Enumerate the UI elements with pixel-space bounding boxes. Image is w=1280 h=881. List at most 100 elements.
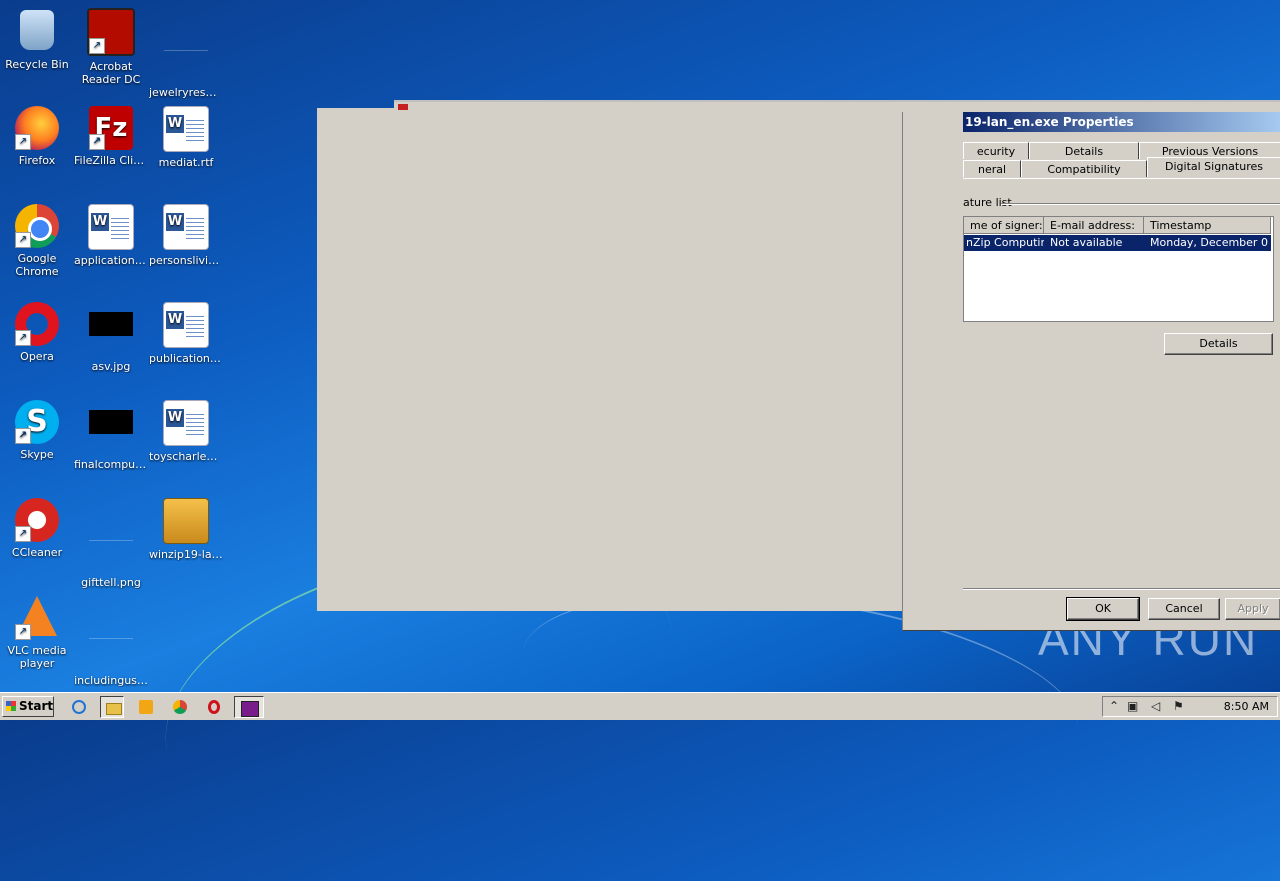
internet-explorer-icon — [72, 700, 86, 714]
desktop-icon-label: Opera — [20, 350, 54, 363]
windows-flag-icon — [6, 701, 16, 711]
dialog-title: 19-lan_en.exe Properties — [963, 112, 1280, 132]
desktop-icon-toyscharles[interactable]: W toyscharles.rtf — [149, 400, 223, 463]
shortcut-arrow-icon: ↗ — [15, 526, 31, 542]
desktop-icon-label: gifttell.png — [81, 576, 141, 589]
filezilla-icon: Fz ↗ — [89, 106, 133, 150]
taskbar: Start ⌃ ▣ ◁ ⚑ 8:50 AM — [0, 692, 1280, 720]
column-header-timestamp[interactable]: Timestamp — [1144, 217, 1271, 234]
table-row[interactable]: nZip Computing Not available Monday, Dec… — [964, 235, 1271, 251]
quicklaunch-explorer[interactable] — [100, 696, 124, 718]
word-document-icon: W — [88, 204, 134, 250]
app-icon — [241, 701, 259, 717]
quicklaunch-opera[interactable] — [202, 696, 226, 718]
desktop-icon-label: CCleaner — [11, 546, 63, 559]
start-label: Start — [19, 699, 54, 713]
shortcut-arrow-icon: ↗ — [89, 134, 105, 150]
tab-details[interactable]: Details — [1029, 142, 1139, 159]
desktop-icon-mediat[interactable]: W mediat.rtf — [149, 106, 223, 169]
desktop-icon-label: includingus… — [74, 674, 148, 687]
word-document-icon: W — [163, 106, 209, 152]
shortcut-arrow-icon: ↗ — [89, 38, 105, 54]
tab-digital-signatures[interactable]: Digital Signatures — [1147, 157, 1280, 177]
desktop-icon-recycle-bin[interactable]: Recycle Bin — [0, 8, 74, 71]
opera-icon — [208, 700, 220, 714]
desktop-icon-publicationc[interactable]: W publicationc… — [149, 302, 223, 365]
desktop-icon-label: applications… — [74, 254, 148, 267]
desktop-icon-label: Google Chrome — [15, 252, 59, 278]
apply-button[interactable]: Apply — [1225, 598, 1280, 620]
cancel-button[interactable]: Cancel — [1148, 598, 1220, 620]
word-document-icon: W — [163, 400, 209, 446]
clock[interactable]: 8:50 AM — [1224, 699, 1269, 714]
recycle-bin-icon — [15, 10, 59, 54]
desktop-icon-ccleaner[interactable]: ↗ CCleaner — [0, 498, 74, 559]
folder-icon — [106, 703, 122, 715]
start-button[interactable]: Start — [2, 696, 54, 717]
desktop-icon-applications[interactable]: W applications… — [74, 204, 148, 267]
system-tray: ⌃ ▣ ◁ ⚑ 8:50 AM — [1102, 696, 1278, 717]
column-header-signer[interactable]: me of signer: — [964, 217, 1044, 234]
tab-security[interactable]: ecurity — [963, 142, 1029, 159]
acrobat-icon: ↗ — [87, 8, 135, 56]
window-icon — [398, 104, 408, 110]
tab-general[interactable]: neral — [963, 160, 1021, 177]
properties-dialog[interactable]: 19-lan_en.exe Properties ecurity Details… — [902, 112, 1280, 631]
desktop-icon-label: publicationc… — [149, 352, 223, 365]
tab-compatibility[interactable]: Compatibility — [1021, 160, 1147, 177]
desktop-icon-jewelryresul[interactable]: jewelryresul… — [149, 8, 223, 99]
shortcut-arrow-icon: ↗ — [15, 428, 31, 444]
desktop-icon-winzip[interactable]: winzip19-lan… — [149, 498, 223, 561]
chevron-up-icon[interactable]: ⌃ — [1109, 699, 1119, 714]
desktop-icon-finalcomput[interactable]: finalcomput… — [74, 400, 148, 471]
file-icon — [164, 38, 208, 82]
image-thumbnail-icon — [89, 410, 133, 454]
opera-icon: ↗ — [15, 302, 59, 346]
desktop-icon-gifttell[interactable]: gifttell.png — [74, 498, 148, 589]
desktop-icon-label: jewelryresul… — [149, 86, 223, 99]
desktop-icon-chrome[interactable]: ↗ Google Chrome — [0, 204, 74, 278]
desktop-icon-label: mediat.rtf — [158, 156, 214, 169]
desktop-icon-filezilla[interactable]: Fz ↗ FileZilla Client — [74, 106, 148, 167]
quicklaunch-chrome[interactable] — [168, 696, 192, 718]
blank-window[interactable] — [317, 108, 962, 611]
desktop-icon-label: winzip19-lan… — [149, 548, 223, 561]
quicklaunch-media-player[interactable] — [134, 696, 158, 718]
details-button[interactable]: Details — [1164, 333, 1273, 355]
word-document-icon: W — [163, 302, 209, 348]
desktop-icon-skype[interactable]: S ↗ Skype — [0, 400, 74, 461]
chrome-icon: ↗ — [15, 204, 59, 248]
desktop-icon-includingus[interactable]: includingus… — [74, 596, 148, 687]
taskbar-app-button[interactable] — [234, 696, 264, 718]
quicklaunch-ie[interactable] — [67, 696, 91, 718]
desktop-icon-vlc[interactable]: ↗ VLC media player — [0, 596, 74, 670]
dialog-separator — [963, 588, 1280, 590]
column-header-email[interactable]: E-mail address: — [1044, 217, 1144, 234]
skype-icon: S ↗ — [15, 400, 59, 444]
desktop-icon-personslivin[interactable]: W personslivin… — [149, 204, 223, 267]
desktop-icon-label: finalcomput… — [74, 458, 148, 471]
network-icon[interactable]: ▣ — [1127, 699, 1138, 714]
desktop-icon-firefox[interactable]: ↗ Firefox — [0, 106, 74, 167]
shortcut-arrow-icon: ↗ — [15, 330, 31, 346]
shortcut-arrow-icon: ↗ — [15, 134, 31, 150]
signer-cell: nZip Computing — [966, 236, 1044, 249]
vlc-icon: ↗ — [15, 596, 59, 640]
ccleaner-icon: ↗ — [15, 498, 59, 542]
volume-icon[interactable]: ◁ — [1151, 699, 1160, 714]
shortcut-arrow-icon: ↗ — [15, 624, 31, 640]
desktop-icon-label: Acrobat Reader DC — [81, 60, 141, 86]
email-cell: Not available — [1050, 236, 1123, 249]
shortcut-arrow-icon: ↗ — [15, 232, 31, 248]
word-document-icon: W — [163, 204, 209, 250]
signature-listview[interactable]: me of signer: E-mail address: Timestamp … — [963, 216, 1274, 322]
desktop-icon-label: Skype — [20, 448, 54, 461]
desktop-icon-opera[interactable]: ↗ Opera — [0, 302, 74, 363]
desktop-icon-asv[interactable]: asv.jpg — [74, 302, 148, 373]
winzip-icon — [163, 498, 209, 544]
desktop-icon-label: toyscharles.rtf — [149, 450, 223, 463]
firefox-icon: ↗ — [15, 106, 59, 150]
action-center-flag-icon[interactable]: ⚑ — [1173, 699, 1184, 714]
desktop-icon-acrobat[interactable]: ↗ Acrobat Reader DC — [74, 8, 148, 86]
ok-button[interactable]: OK — [1066, 597, 1140, 621]
